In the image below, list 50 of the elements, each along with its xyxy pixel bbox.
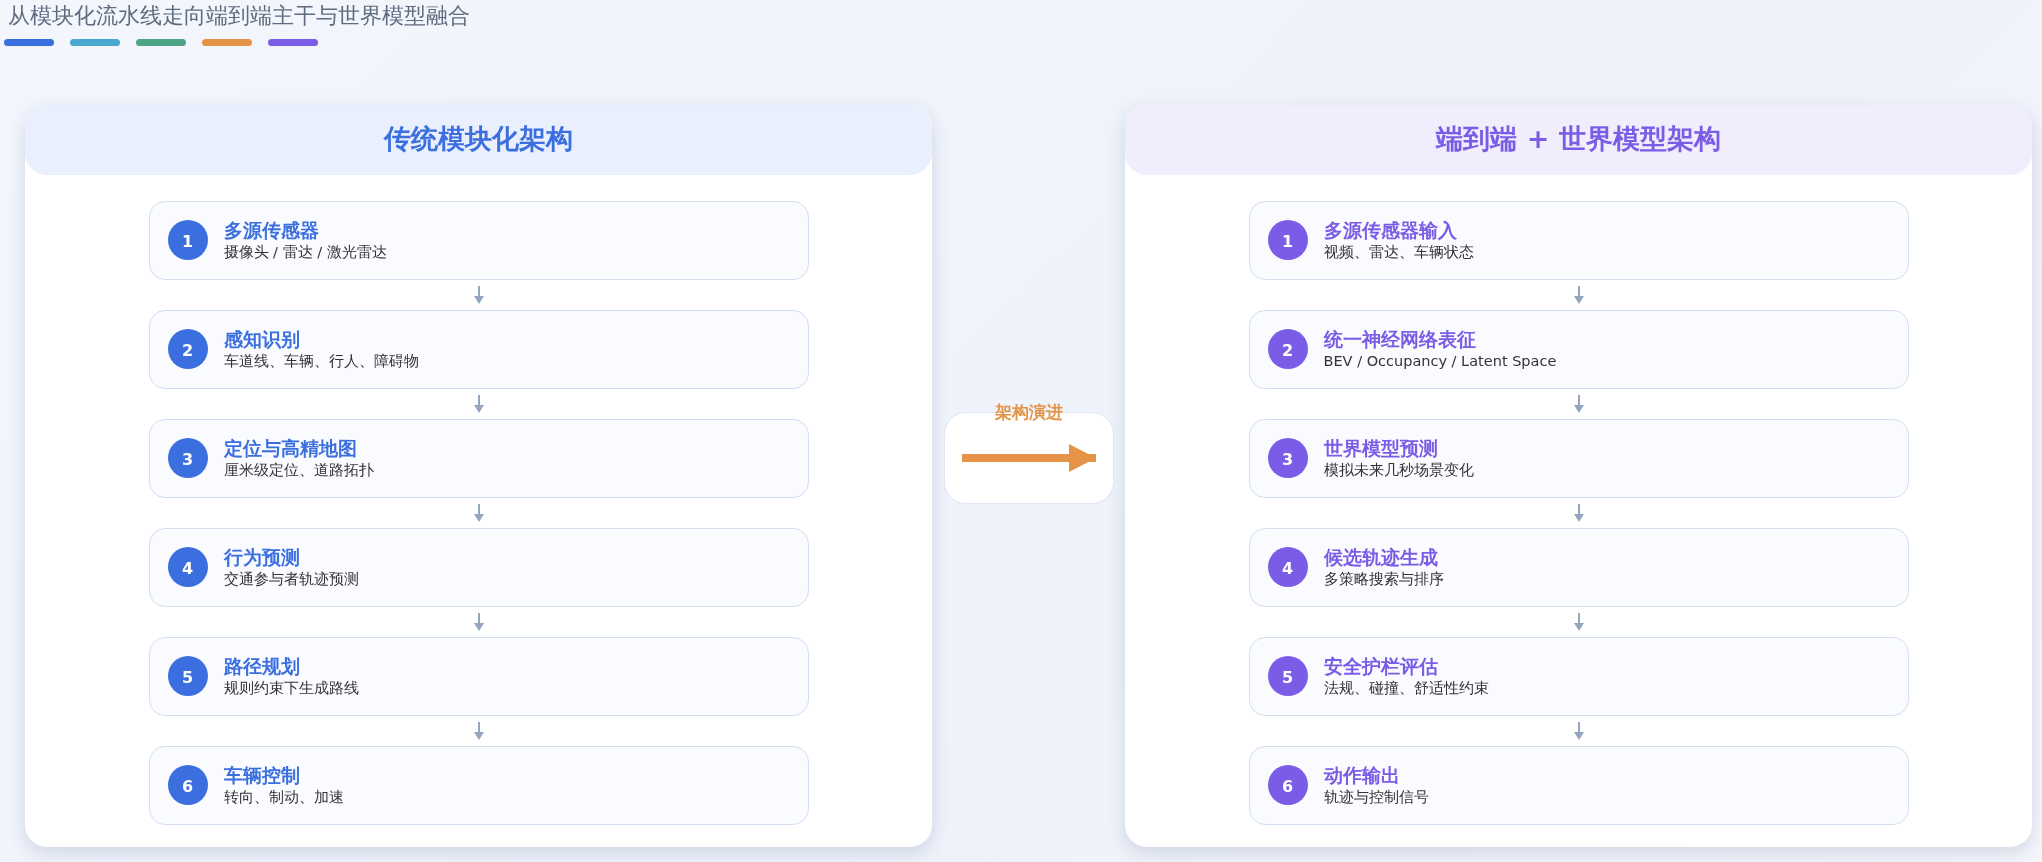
- transition-label: 架构演进: [993, 400, 1064, 424]
- card-header-title: 传统模块化架构: [25, 104, 932, 175]
- step-title: 定位与高精地图: [223, 436, 358, 461]
- step-title: 路径规划: [223, 654, 301, 679]
- step-number: 5: [1267, 656, 1308, 697]
- down-arrow-icon: [1572, 394, 1585, 413]
- step-title: 行为预测: [223, 545, 301, 570]
- down-arrow-icon: [1572, 612, 1585, 631]
- down-arrow-icon: [472, 721, 485, 740]
- step-description: 转向、制动、加速: [223, 787, 344, 807]
- down-arrow-icon: [472, 285, 485, 304]
- step-number: 1: [1267, 220, 1308, 261]
- step-number: 5: [167, 656, 208, 697]
- down-arrow-icon: [1572, 503, 1585, 522]
- step-description: 视频、雷达、车辆状态: [1323, 242, 1474, 262]
- step-number: 2: [167, 329, 208, 370]
- step-description: 规则约束下生成路线: [223, 678, 359, 698]
- down-arrow-icon: [1572, 285, 1585, 304]
- step-title: 候选轨迹生成: [1323, 545, 1439, 570]
- step-title: 车辆控制: [223, 763, 301, 788]
- down-arrow-icon: [472, 394, 485, 413]
- step-number: 2: [1267, 329, 1308, 370]
- down-arrow-icon: [472, 612, 485, 631]
- step-title: 统一神经网络表征: [1323, 327, 1477, 352]
- down-arrow-icon: [1572, 721, 1585, 740]
- step-number: 3: [1267, 438, 1308, 479]
- step-number: 6: [1267, 765, 1308, 806]
- step-description: 摄像头 / 雷达 / 激光雷达: [223, 242, 387, 262]
- step-description: 车道线、车辆、行人、障碍物: [223, 351, 419, 371]
- step-number: 6: [167, 765, 208, 806]
- step-description: 轨迹与控制信号: [1323, 787, 1429, 807]
- step-number: 3: [167, 438, 208, 479]
- down-arrow-icon: [472, 503, 485, 522]
- step-description: 多策略搜索与排序: [1323, 569, 1444, 589]
- step-description: BEV / Occupancy / Latent Space: [1323, 351, 1557, 371]
- step-number: 4: [167, 547, 208, 588]
- step-title: 多源传感器: [223, 218, 320, 243]
- step-title: 感知识别: [223, 327, 301, 352]
- step-title: 多源传感器输入: [1323, 218, 1458, 243]
- step-title: 世界模型预测: [1323, 436, 1439, 461]
- step-title: 动作输出: [1323, 763, 1401, 788]
- step-description: 交通参与者轨迹预测: [223, 569, 359, 589]
- card-header-title: 端到端 + 世界模型架构: [1125, 104, 2032, 175]
- step-number: 1: [167, 220, 208, 261]
- step-number: 4: [1267, 547, 1308, 588]
- step-description: 厘米级定位、道路拓扑: [223, 460, 374, 480]
- step-description: 模拟未来几秒场景变化: [1323, 460, 1474, 480]
- step-description: 法规、碰撞、舒适性约束: [1323, 678, 1489, 698]
- page-title: 从模块化流水线走向端到端主干与世界模型融合: [7, 2, 471, 30]
- step-title: 安全护栏评估: [1323, 654, 1439, 679]
